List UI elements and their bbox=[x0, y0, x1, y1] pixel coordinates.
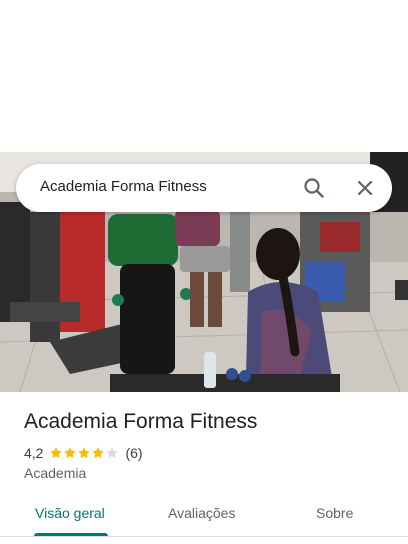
search-input[interactable]: Academia Forma Fitness bbox=[40, 178, 207, 195]
search-bar[interactable]: Academia Forma Fitness bbox=[16, 164, 392, 212]
place-category: Academia bbox=[24, 465, 87, 481]
star-empty-icon bbox=[106, 447, 119, 459]
tab-about[interactable]: Sobre bbox=[316, 505, 353, 521]
search-icon[interactable] bbox=[302, 176, 326, 200]
tabs-divider bbox=[0, 536, 408, 537]
rating-stars bbox=[49, 446, 119, 460]
close-icon[interactable] bbox=[353, 176, 377, 200]
review-count[interactable]: (6) bbox=[125, 445, 142, 461]
place-tabs: Visão geral Avaliações Sobre bbox=[0, 496, 408, 536]
tab-reviews[interactable]: Avaliações bbox=[168, 505, 235, 521]
rating-row[interactable]: 4,2 (6) bbox=[24, 444, 143, 462]
tab-overview[interactable]: Visão geral bbox=[35, 505, 105, 521]
star-filled-icon bbox=[50, 447, 63, 459]
star-filled-icon bbox=[64, 447, 77, 459]
rating-value: 4,2 bbox=[24, 445, 44, 461]
map-blank-area bbox=[0, 0, 408, 152]
place-title: Academia Forma Fitness bbox=[24, 410, 258, 433]
star-filled-icon bbox=[78, 447, 91, 459]
star-filled-icon bbox=[92, 447, 105, 459]
